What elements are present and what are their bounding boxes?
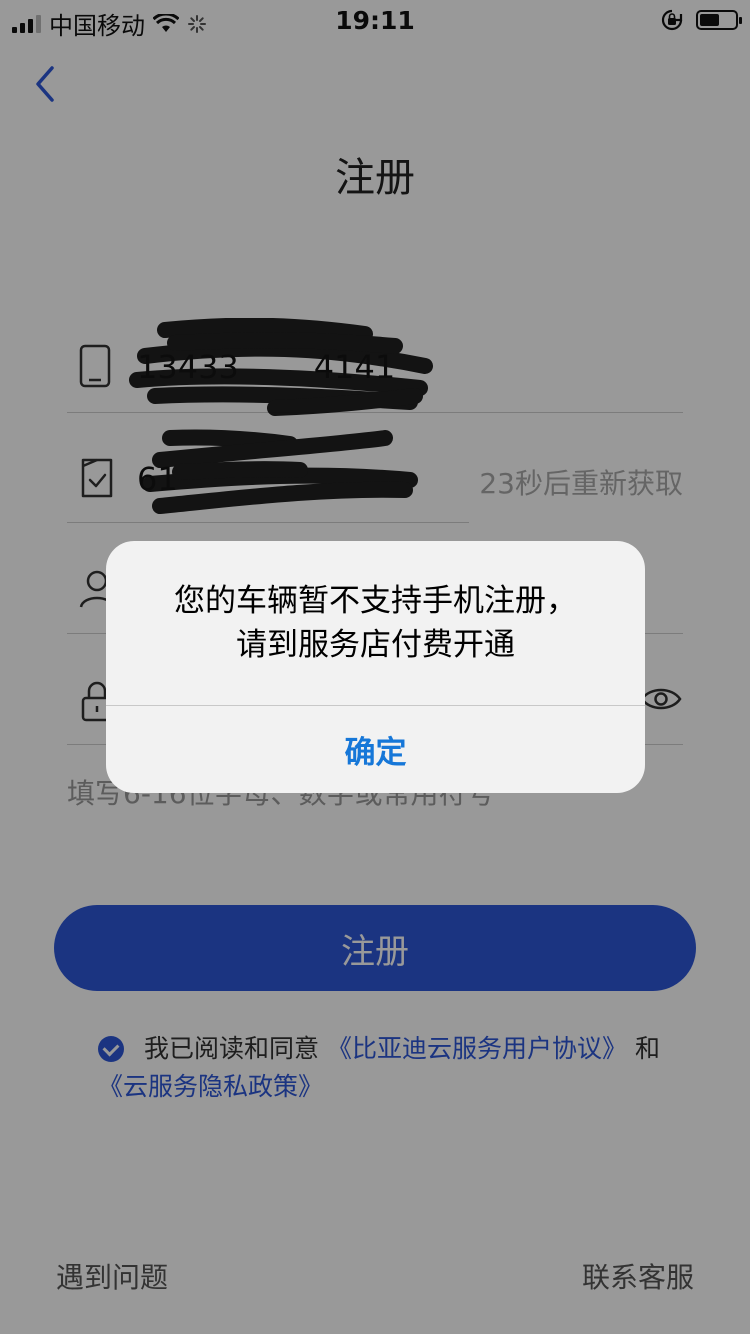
confirm-button[interactable]: 确定 — [106, 706, 645, 793]
alert-dialog: 您的车辆暂不支持手机注册， 请到服务店付费开通 确定 — [106, 541, 645, 793]
alert-message-line2: 请到服务店付费开通 — [236, 627, 515, 663]
alert-message: 您的车辆暂不支持手机注册， 请到服务店付费开通 — [126, 579, 625, 667]
alert-message-line1: 您的车辆暂不支持手机注册， — [174, 583, 577, 619]
register-page: 中国移动 19:11 注册 13433 4141 61 23秒后重新获取 填写6… — [0, 0, 750, 1334]
